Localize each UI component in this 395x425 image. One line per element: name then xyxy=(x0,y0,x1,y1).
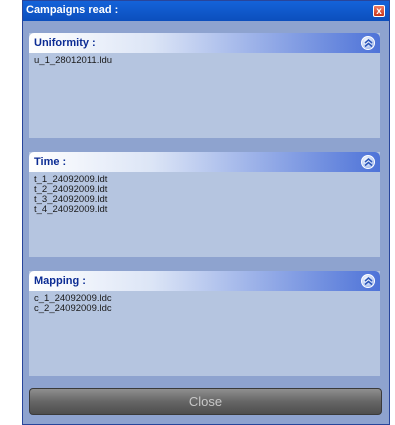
mapping-panel-header[interactable]: Mapping : xyxy=(29,271,380,291)
mapping-panel: Mapping : c_1_24092009.ldc c_2_24092009.… xyxy=(29,271,380,376)
time-file-list: t_1_24092009.ldt t_2_24092009.ldt t_3_24… xyxy=(29,172,380,218)
close-icon[interactable]: x xyxy=(373,5,385,17)
uniformity-file-list: u_1_28012011.ldu xyxy=(29,53,380,69)
list-item[interactable]: t_4_24092009.ldt xyxy=(34,205,375,215)
chevron-up-icon[interactable] xyxy=(361,155,375,169)
chevron-up-icon[interactable] xyxy=(361,36,375,50)
uniformity-panel-header[interactable]: Uniformity : xyxy=(29,33,380,53)
chevron-up-icon[interactable] xyxy=(361,274,375,288)
uniformity-panel-title: Uniformity : xyxy=(34,37,96,49)
close-button[interactable]: Close xyxy=(29,388,382,415)
campaigns-dialog: Campaigns read : x Uniformity : u_1_2801… xyxy=(22,0,390,425)
list-item[interactable]: u_1_28012011.ldu xyxy=(34,56,375,66)
time-panel-header[interactable]: Time : xyxy=(29,152,380,172)
uniformity-panel: Uniformity : u_1_28012011.ldu xyxy=(29,33,380,138)
time-panel: Time : t_1_24092009.ldt t_2_24092009.ldt… xyxy=(29,152,380,257)
time-panel-title: Time : xyxy=(34,156,67,168)
list-item[interactable]: c_2_24092009.ldc xyxy=(34,304,375,314)
mapping-panel-title: Mapping : xyxy=(34,275,86,287)
mapping-file-list: c_1_24092009.ldc c_2_24092009.ldc xyxy=(29,291,380,317)
window-title: Campaigns read : xyxy=(26,4,119,16)
title-bar[interactable]: Campaigns read : x xyxy=(23,1,389,21)
